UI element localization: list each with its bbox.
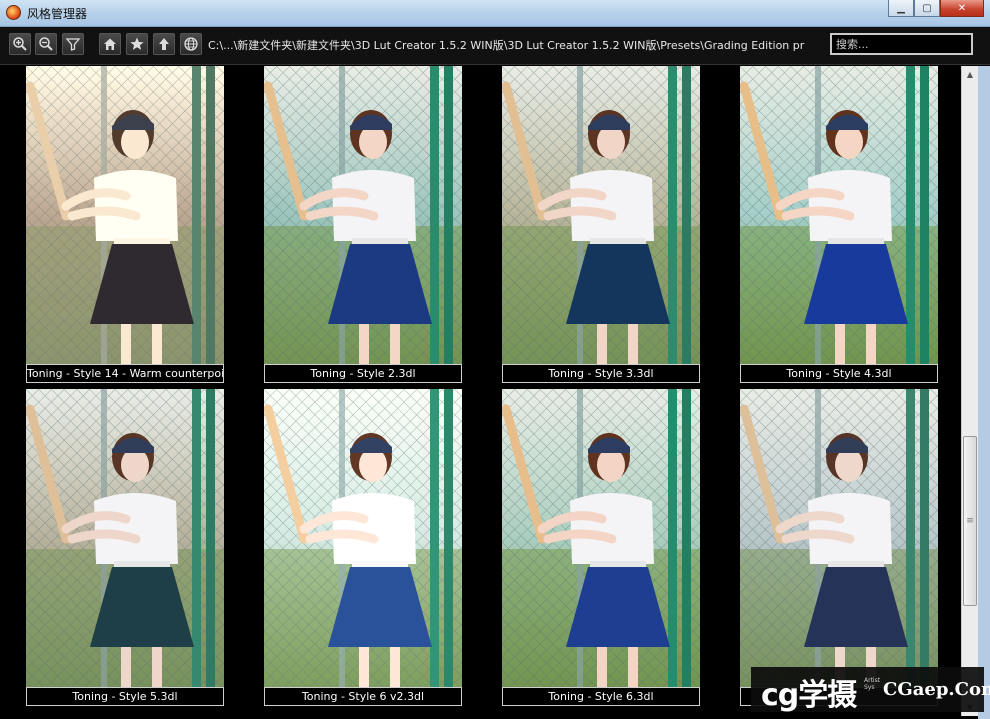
title-bar: 风格管理器 ▁ ▢ ✕ <box>0 0 990 27</box>
scrollbar-thumb[interactable]: ≡ <box>963 436 977 606</box>
preset-caption: Toning - Style 6.3dl <box>502 687 700 706</box>
star-icon <box>130 37 144 50</box>
preset-thumbnail[interactable]: Toning - Style 6.3dl <box>502 389 700 706</box>
preset-thumbnail[interactable]: Toning - Style 6 v2.3dl <box>264 389 462 706</box>
preset-preview-image <box>26 66 224 364</box>
favorite-button[interactable] <box>126 33 148 55</box>
preset-preview-image <box>264 66 462 364</box>
zoom-in-icon <box>13 37 27 51</box>
watermark-site: CGaep.Com <box>883 679 990 700</box>
preset-caption: Toning - Style 4.3dl <box>740 364 938 383</box>
preset-thumbnail[interactable]: Toning - Style 5.3dl <box>26 389 224 706</box>
window-title: 风格管理器 <box>27 7 88 21</box>
preset-thumbnail[interactable]: Toning - Style 3.3dl <box>502 66 700 383</box>
zoom-in-button[interactable] <box>9 33 31 55</box>
preset-caption: Toning - Style 14 - Warm counterpoint <box>26 364 224 383</box>
app-icon <box>6 5 21 20</box>
preset-preview-image <box>26 389 224 687</box>
globe-icon <box>184 37 198 51</box>
preset-thumbnail[interactable]: Toning - Style 2.3dl <box>264 66 462 383</box>
search-input[interactable] <box>830 33 973 55</box>
window-frame <box>978 66 990 719</box>
preset-preview-image <box>740 66 938 364</box>
preset-preview-image <box>740 389 938 687</box>
close-button[interactable]: ✕ <box>940 0 984 17</box>
scroll-up-arrow-icon[interactable]: ▲ <box>962 66 978 83</box>
preset-preview-image <box>264 389 462 687</box>
vertical-scrollbar[interactable]: ▲ ≡ ▼ <box>961 66 978 716</box>
globe-button[interactable] <box>180 33 202 55</box>
preset-preview-image <box>502 389 700 687</box>
arrow-up-icon <box>159 38 169 50</box>
zoom-out-icon <box>39 37 53 51</box>
preset-caption: Toning - Style 2.3dl <box>264 364 462 383</box>
preset-thumbnail[interactable]: Toning - Style 14 - Warm counterpoint <box>26 66 224 383</box>
maximize-button[interactable]: ▢ <box>914 0 940 17</box>
watermark: cg学摄 Artist Sys CGaep.Com <box>751 667 990 713</box>
preset-thumbnail[interactable]: Toning - Style 4.3dl <box>740 66 938 383</box>
preset-gallery: Toning - Style 14 - Warm counterpoint Ton… <box>5 66 960 716</box>
watermark-logo: cg学摄 <box>761 678 857 713</box>
window-controls: ▁ ▢ ✕ <box>888 0 984 18</box>
preset-thumbnail[interactable] <box>740 389 938 706</box>
watermark-small-text: Artist Sys <box>864 677 881 691</box>
toolbar: C:\...\新建文件夹\新建文件夹\3D Lut Creator 1.5.2 … <box>0 27 990 65</box>
filter-icon <box>65 38 81 51</box>
zoom-out-button[interactable] <box>35 33 57 55</box>
folder-path: C:\...\新建文件夹\新建文件夹\3D Lut Creator 1.5.2 … <box>208 39 805 52</box>
minimize-button[interactable]: ▁ <box>888 0 914 17</box>
preset-caption: Toning - Style 5.3dl <box>26 687 224 706</box>
up-folder-button[interactable] <box>153 33 175 55</box>
preset-caption: Toning - Style 3.3dl <box>502 364 700 383</box>
filter-button[interactable] <box>62 33 84 55</box>
preset-preview-image <box>502 66 700 364</box>
home-button[interactable] <box>99 33 121 55</box>
preset-caption: Toning - Style 6 v2.3dl <box>264 687 462 706</box>
home-icon <box>104 38 116 50</box>
